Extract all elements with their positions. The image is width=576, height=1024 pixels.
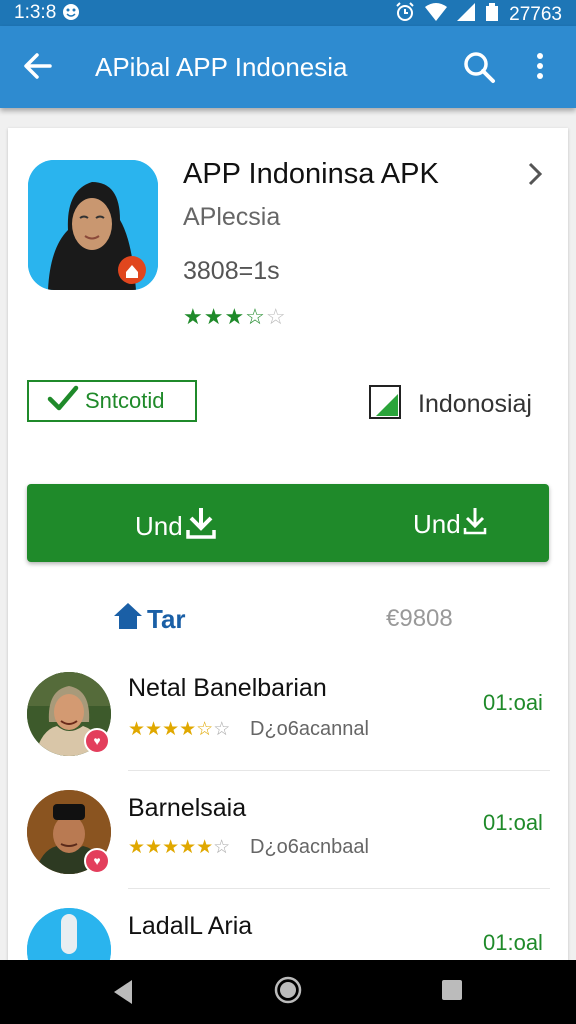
- tags-label: Tar: [147, 604, 186, 634]
- reviewer-name: Netal Banelbarian: [128, 674, 327, 702]
- download-icon: [185, 506, 217, 547]
- install-button[interactable]: Und Und: [27, 484, 549, 562]
- signal-icon: [457, 3, 476, 27]
- install-label-left: Und: [135, 506, 217, 547]
- status-bar: 1:3:8 27763: [0, 0, 576, 26]
- heart-badge-icon: ♥: [84, 728, 110, 754]
- reviewer-name: Barnelsaia: [128, 794, 247, 822]
- back-arrow-icon[interactable]: [20, 48, 56, 84]
- app-icon: [28, 160, 158, 290]
- chevron-right-icon[interactable]: [524, 160, 546, 188]
- heart-badge-icon: ♥: [84, 848, 110, 874]
- tags-link[interactable]: Tar: [113, 601, 186, 638]
- page-title: APibal APP Indonesia: [95, 52, 348, 82]
- divider: [128, 770, 550, 771]
- country-flag-icon: [368, 382, 404, 427]
- install-label-right: Und: [413, 506, 487, 543]
- verified-label: Sntcotid: [85, 388, 165, 413]
- divider: [128, 888, 550, 889]
- system-nav-bar: [0, 960, 576, 1024]
- battery-icon: [485, 3, 499, 27]
- country-info: Indonosiaj: [368, 382, 532, 427]
- download-icon: [463, 506, 487, 543]
- app-name: APP Indoninsa APK: [183, 158, 439, 190]
- app-size: 3808=1s: [183, 257, 280, 285]
- app-bar: APibal APP Indonesia: [0, 26, 576, 108]
- verified-badge: Sntcotid: [27, 380, 197, 422]
- review-meta: D¿o6acannal: [250, 718, 369, 740]
- review-time: 01:oal: [483, 930, 543, 955]
- more-options-icon[interactable]: [530, 50, 550, 84]
- notification-icon: [62, 3, 80, 27]
- reviewer-name: LadalL Aria: [128, 912, 253, 940]
- battery-text: 27763: [509, 4, 562, 25]
- review-time: 01:oai: [483, 690, 543, 715]
- review-meta: D¿o6acnbaal: [250, 836, 369, 858]
- search-icon[interactable]: [462, 50, 496, 84]
- country-label: Indonosiaj: [418, 390, 532, 418]
- wifi-icon: [425, 3, 448, 27]
- app-rating-stars: ★★★☆☆: [183, 304, 287, 329]
- nav-back-icon[interactable]: [110, 978, 136, 1011]
- review-time: 01:oal: [483, 810, 543, 835]
- status-time: 1:3:8: [14, 2, 57, 23]
- home-icon: [113, 601, 143, 638]
- app-developer[interactable]: APlecsia: [183, 203, 280, 232]
- nav-recents-icon[interactable]: [440, 978, 464, 1007]
- reviews-count: €9808: [386, 605, 453, 632]
- review-stars: ★★★★★☆: [128, 837, 231, 858]
- checkmark-icon: [47, 384, 79, 418]
- alarm-icon: [395, 2, 415, 28]
- nav-home-icon[interactable]: [274, 976, 302, 1009]
- review-stars: ★★★★☆☆: [128, 719, 231, 740]
